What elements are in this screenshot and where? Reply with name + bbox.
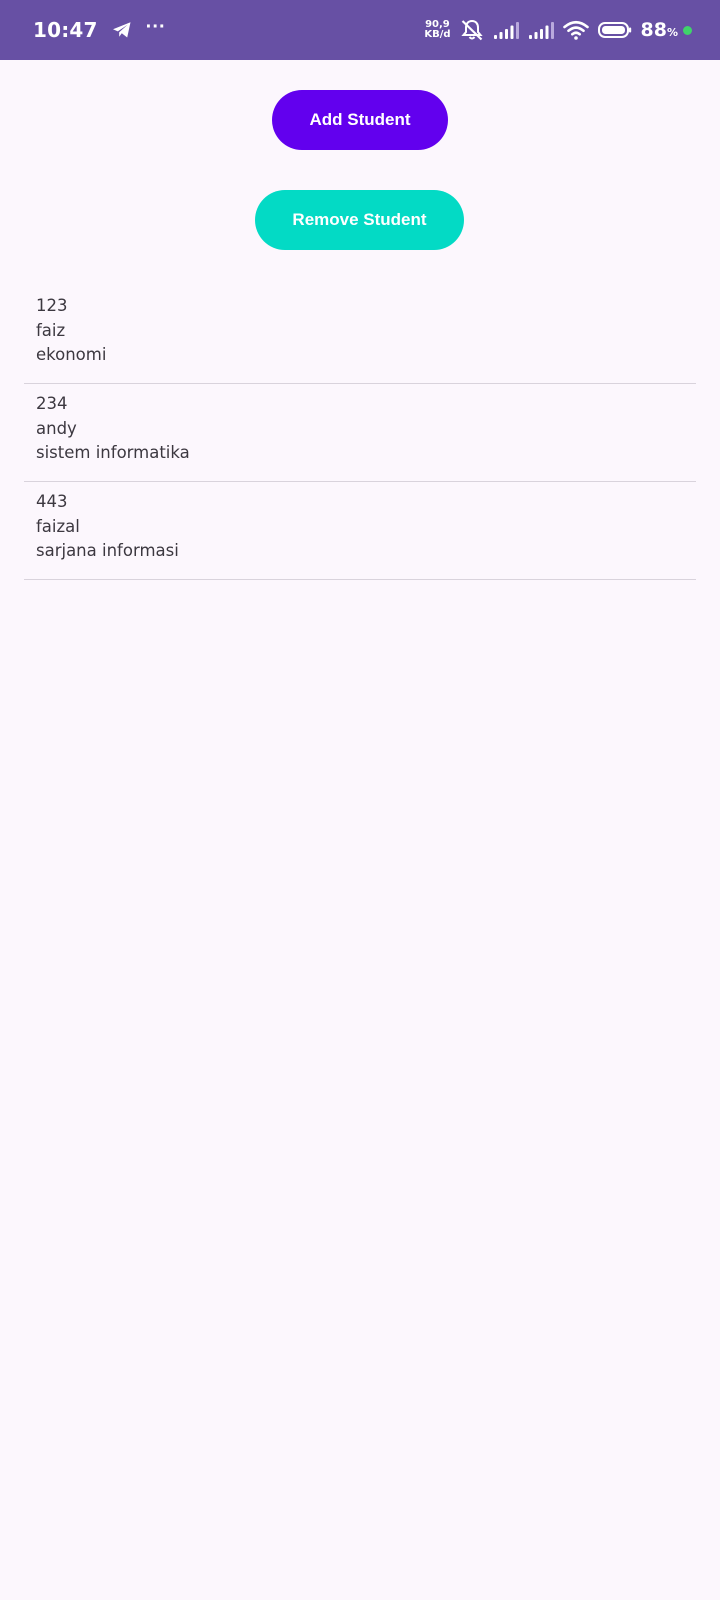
student-list-item[interactable]: 443 faizal sarjana informasi bbox=[24, 482, 696, 580]
student-list[interactable]: 123 faiz ekonomi 234 andy sistem informa… bbox=[24, 286, 696, 580]
network-speed: 90,9 KB/d bbox=[424, 20, 450, 40]
remove-student-button[interactable]: Remove Student bbox=[255, 190, 464, 250]
student-list-item[interactable]: 123 faiz ekonomi bbox=[24, 286, 696, 384]
add-student-button[interactable]: Add Student bbox=[272, 90, 448, 150]
student-name: faiz bbox=[36, 320, 66, 340]
wifi-icon bbox=[562, 20, 589, 40]
student-major: ekonomi bbox=[36, 345, 107, 364]
signal-icon bbox=[493, 21, 519, 39]
mute-icon bbox=[460, 19, 484, 41]
status-right: 90,9 KB/d 88% bbox=[424, 0, 692, 60]
student-name: andy bbox=[36, 418, 77, 438]
student-id: 234 bbox=[36, 394, 68, 413]
charging-dot-icon bbox=[683, 25, 692, 35]
status-time: 10:47 bbox=[33, 18, 98, 42]
battery-percent-sign: % bbox=[666, 26, 678, 39]
network-speed-unit: KB/d bbox=[424, 29, 451, 40]
student-list-item[interactable]: 234 andy sistem informatika bbox=[24, 384, 696, 482]
more-notifications-icon: ··· bbox=[145, 15, 166, 38]
student-id: 123 bbox=[36, 296, 68, 315]
status-bar: 10:47 ··· 90,9 KB/d 88% bbox=[0, 0, 720, 60]
student-id: 443 bbox=[36, 492, 68, 511]
battery-percent-value: 88 bbox=[640, 19, 667, 41]
student-major: sarjana informasi bbox=[36, 541, 179, 560]
student-major: sistem informatika bbox=[36, 443, 190, 462]
signal-icon bbox=[528, 21, 554, 39]
battery-percent: 88% bbox=[641, 19, 678, 41]
telegram-icon bbox=[112, 21, 132, 39]
battery-icon bbox=[597, 21, 632, 39]
status-left: 10:47 ··· bbox=[33, 0, 166, 60]
student-name: faizal bbox=[36, 516, 80, 536]
